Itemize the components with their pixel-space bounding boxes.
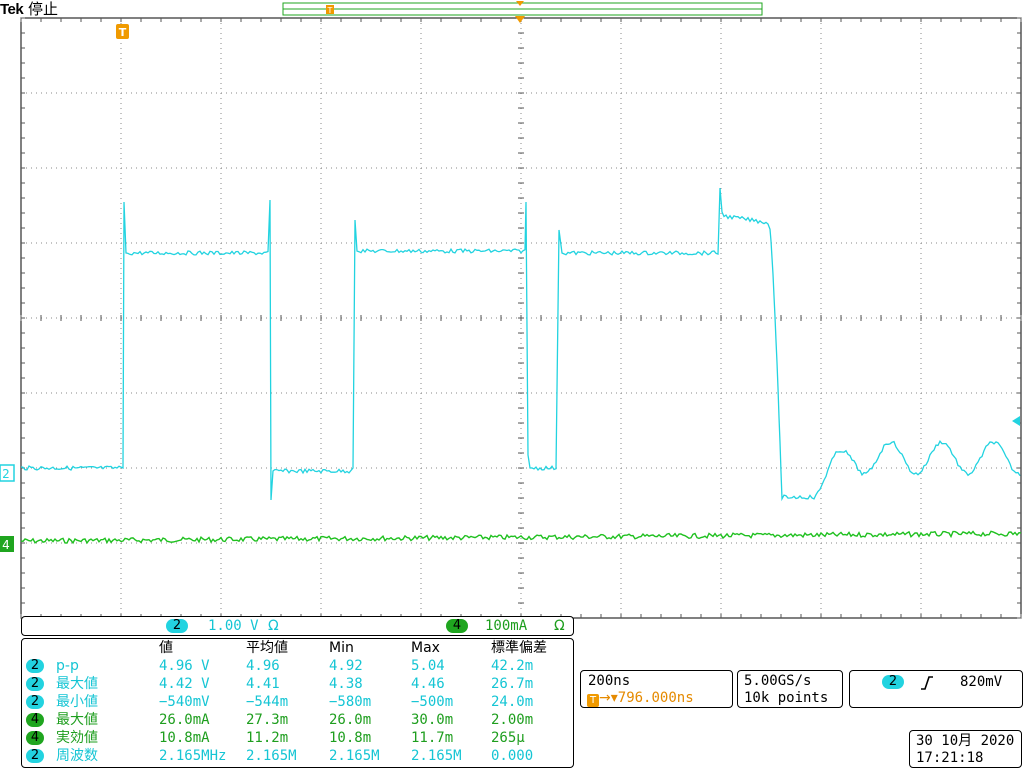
measurement-channel-badge: 2	[26, 749, 44, 763]
ch4-coupling: Ω	[554, 618, 565, 634]
ch4-ground-marker[interactable]: 4	[0, 536, 14, 552]
measurement-table: 値平均値 Min Max 標準偏差 2 p-p 4.96 V 4.96 4.92 5.04 42.…	[21, 638, 574, 768]
brand-status: Tek 停止	[0, 0, 58, 18]
trigger-level: 820mV	[960, 674, 1003, 690]
measurement-min: 4.38	[329, 676, 363, 692]
measurement-header: Max	[411, 640, 440, 656]
ch2-coupling: Ω	[268, 618, 279, 634]
graticule-grid	[20, 17, 1022, 619]
measurement-mean: 27.3m	[246, 712, 289, 728]
trigger-box[interactable]: 2 820mV	[849, 670, 1023, 708]
trigger-point-icon: T	[587, 694, 599, 707]
horizontal-position[interactable]: T →▾796.000ns	[587, 690, 694, 707]
measurement-std: 265µ	[491, 730, 525, 746]
measurement-max: −500m	[411, 694, 454, 710]
measurement-value: −540mV	[159, 694, 210, 710]
measurement-channel-badge: 2	[26, 659, 44, 673]
measurement-value: 4.96 V	[159, 658, 210, 674]
rising-edge-icon	[921, 676, 933, 690]
datetime-box: 30 10月 2020 17:21:18	[909, 730, 1022, 768]
measurement-channel-badge: 4	[26, 713, 44, 727]
measurement-max: 2.165M	[411, 748, 462, 764]
measurement-min: 10.8m	[329, 730, 372, 746]
measurement-label: 実効値	[56, 730, 98, 746]
measurement-max: 30.0m	[411, 712, 454, 728]
time-display: 17:21:18	[916, 750, 984, 766]
acquisition-status: 停止	[28, 0, 59, 18]
measurement-header: 標準偏差	[491, 640, 547, 656]
measurement-mean: 4.96	[246, 658, 280, 674]
measurement-std: 2.00m	[491, 712, 534, 728]
svg-text:4: 4	[2, 538, 10, 552]
measurement-max: 5.04	[411, 658, 445, 674]
measurement-channel-badge: 2	[26, 677, 44, 691]
ch2-scale[interactable]: 1.00 V	[208, 618, 259, 635]
measurement-std: 42.2m	[491, 658, 534, 674]
horizontal-position-value: 796.000ns	[617, 690, 694, 706]
measurement-label: p-p	[56, 658, 79, 674]
ch4-scale[interactable]: 100mA	[485, 618, 527, 635]
ch2-ground-marker[interactable]: 2	[0, 464, 15, 482]
measurement-channel-badge: 4	[26, 731, 44, 745]
svg-text:T: T	[327, 6, 333, 15]
trigger-level-marker[interactable]	[1012, 416, 1020, 426]
measurement-label: 最大値	[56, 712, 98, 728]
measurement-header: 平均値	[246, 640, 288, 656]
measurement-mean: 2.165M	[246, 748, 297, 764]
trigger-position-marker[interactable]	[515, 16, 525, 23]
measurement-min: 26.0m	[329, 712, 372, 728]
sample-rate: 5.00GS/s	[744, 673, 812, 689]
measurement-value: 2.165MHz	[159, 748, 227, 764]
svg-text:2: 2	[2, 467, 10, 481]
ch2-badge[interactable]: 2	[166, 619, 188, 633]
measurement-std: 24.0m	[491, 694, 534, 710]
channel-settings-bar: 2 1.00 V Ω 4 100mA Ω	[21, 616, 574, 636]
measurement-value: 26.0mA	[159, 712, 210, 728]
measurement-std: 26.7m	[491, 676, 534, 692]
measurement-min: 4.92	[329, 658, 363, 674]
measurement-label: 最大値	[56, 676, 98, 692]
record-length: 10k points	[744, 690, 829, 706]
measurement-min: −580m	[329, 694, 372, 710]
measurement-std: 0.000	[491, 748, 534, 764]
measurement-label: 最小値	[56, 694, 98, 710]
record-view-bar: T	[282, 1, 763, 16]
measurement-value: 10.8mA	[159, 730, 210, 746]
trigger-tag-icon[interactable]: T	[116, 24, 129, 39]
timebase-box[interactable]: 200ns T →▾796.000ns	[580, 670, 733, 708]
ch4-badge[interactable]: 4	[446, 619, 468, 633]
measurement-header: Min	[329, 640, 354, 656]
measurement-header: 値	[159, 640, 173, 656]
measurement-channel-badge: 2	[26, 695, 44, 709]
measurement-max: 11.7m	[411, 730, 454, 746]
brand-logo: Tek	[0, 1, 24, 18]
timebase-scale[interactable]: 200ns	[588, 673, 630, 690]
measurement-mean: 11.2m	[246, 730, 289, 746]
acquisition-box[interactable]: 5.00GS/s 10k points	[737, 670, 843, 708]
measurement-value: 4.42 V	[159, 676, 210, 692]
trigger-source-badge: 2	[882, 675, 904, 689]
trigger-tag-label: T	[119, 26, 127, 39]
measurement-mean: 4.41	[246, 676, 280, 692]
measurement-min: 2.165M	[329, 748, 380, 764]
measurement-max: 4.46	[411, 676, 445, 692]
measurement-mean: −544m	[246, 694, 289, 710]
date-display: 30 10月 2020	[916, 733, 1015, 749]
measurement-label: 周波数	[56, 748, 98, 764]
arrow-right-icon: →▾	[599, 690, 618, 706]
